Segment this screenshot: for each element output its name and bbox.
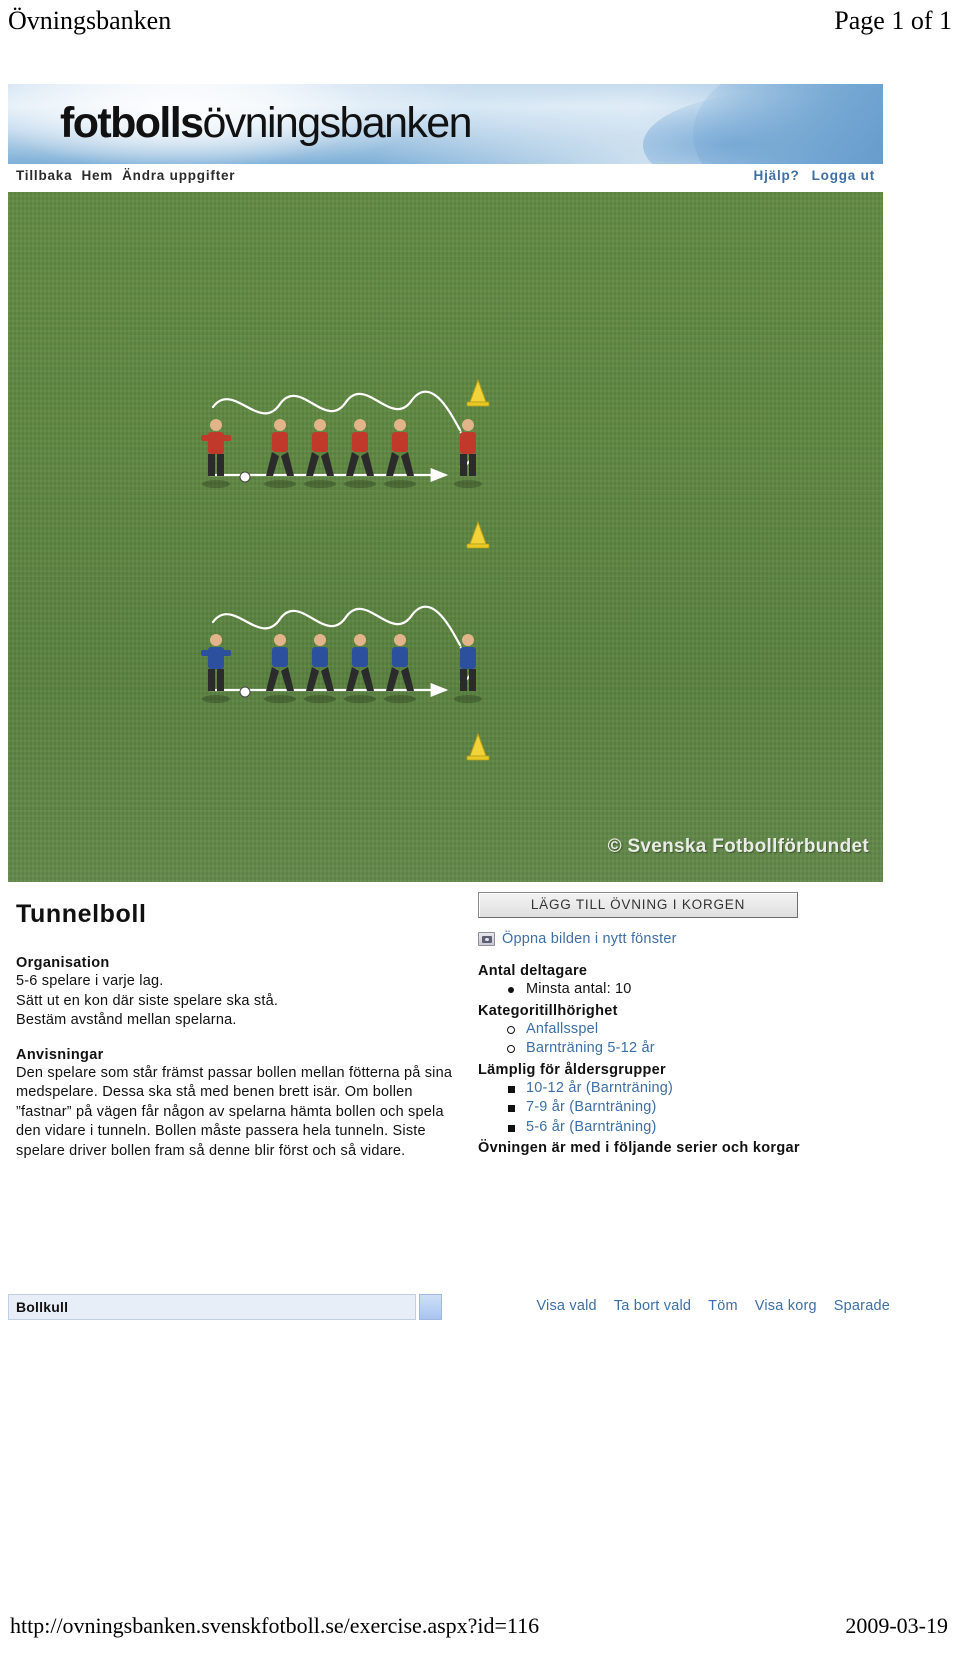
nav-link-hem[interactable]: Hem xyxy=(81,168,113,183)
player-blue-6 xyxy=(454,634,482,703)
open-image-link[interactable]: Öppna bilden i nytt fönster xyxy=(502,931,677,947)
basket-bar: Bollkull Visa vald Ta bort vald Töm Visa ko… xyxy=(8,1290,890,1324)
swoosh-decoration xyxy=(693,84,883,164)
open-image-row: Öppna bilden i nytt fönster xyxy=(478,931,898,947)
player-blue-4 xyxy=(344,634,376,703)
logo-light-word: övningsbanken xyxy=(202,99,472,147)
category-item[interactable]: Anfallsspel xyxy=(506,1020,898,1040)
player-blue-1 xyxy=(201,634,231,703)
basket-action-tom[interactable]: Töm xyxy=(708,1298,738,1314)
nav-link-hjalp[interactable]: Hjälp? xyxy=(754,168,800,183)
nav-link-logga-ut[interactable]: Logga ut xyxy=(812,168,875,183)
exercise-content: Tunnelboll Organisation 5-6 spelare i va… xyxy=(8,882,898,1159)
organisation-heading: Organisation xyxy=(16,955,110,971)
print-header: Övningsbanken Page 1 of 1 xyxy=(0,6,960,40)
cone-2 xyxy=(466,520,490,549)
player-red-6 xyxy=(454,419,482,488)
basket-action-sparade[interactable]: Sparade xyxy=(834,1298,890,1314)
agegroup-item[interactable]: 7-9 år (Barnträning) xyxy=(506,1098,898,1118)
copyright-watermark: © Svenska Fotbollförbundet xyxy=(607,836,869,857)
exercise-diagram-image[interactable]: © Svenska Fotbollförbundet xyxy=(8,192,883,882)
player-red-3 xyxy=(304,419,336,488)
organisation-body: 5-6 spelare i varje lag. Sätt ut en kon … xyxy=(16,972,456,1031)
page-body: fotbollsövningsbanken Tillbaka Hem Ändra u… xyxy=(0,84,960,1320)
instructions-body: Den spelare som står främst passar bolle… xyxy=(16,1064,453,1159)
print-footer-date: 2009-03-19 xyxy=(845,1613,948,1638)
organisation-line-1: 5-6 spelare i varje lag. xyxy=(16,973,164,989)
agegroup-item[interactable]: 5-6 år (Barnträning) xyxy=(506,1118,898,1138)
nav-links-right: Hjälp? Logga ut xyxy=(742,168,875,183)
basket-action-visa-korg[interactable]: Visa korg xyxy=(755,1298,817,1314)
category-heading: Kategoritillhörighet xyxy=(478,1002,618,1019)
player-red-4 xyxy=(344,419,376,488)
nav-link-andra-uppgifter[interactable]: Ändra uppgifter xyxy=(122,168,235,183)
nav-link-tillbaka[interactable]: Tillbaka xyxy=(16,168,72,183)
site-logo-text: fotbollsövningsbanken xyxy=(60,99,473,147)
instructions-heading: Anvisningar xyxy=(16,1046,104,1063)
participants-item: Minsta antal: 10 xyxy=(506,980,898,1000)
basket-color-swatch[interactable] xyxy=(419,1294,442,1320)
image-window-icon xyxy=(478,932,495,946)
agegroup-list: 10-12 år (Barnträning) 7-9 år (Barnträni… xyxy=(478,1079,898,1138)
player-red-2 xyxy=(264,419,296,488)
participants-heading: Antal deltagare xyxy=(478,963,588,979)
player-blue-3 xyxy=(304,634,336,703)
nav-links-left: Tillbaka Hem Ändra uppgifter xyxy=(16,168,244,183)
participants-list: Minsta antal: 10 xyxy=(478,980,898,1000)
basket-action-ta-bort-vald[interactable]: Ta bort vald xyxy=(614,1298,691,1314)
series-heading: Övningen är med i följande serier och ko… xyxy=(478,1140,800,1156)
site-logo-banner: fotbollsövningsbanken xyxy=(8,84,883,164)
basket-action-links: Visa vald Ta bort vald Töm Visa korg Sparade xyxy=(519,1298,890,1314)
print-header-page: Page 1 of 1 xyxy=(834,6,952,35)
print-footer: http://ovningsbanken.svenskfotboll.se/ex… xyxy=(0,1613,960,1643)
category-list: Anfallsspel Barnträning 5-12 år xyxy=(478,1020,898,1059)
player-red-5 xyxy=(384,419,416,488)
agegroup-heading: Lämplig för åldersgrupper xyxy=(478,1061,666,1078)
ball-top xyxy=(239,471,251,483)
organisation-line-3: Bestäm avstånd mellan spelarna. xyxy=(16,1012,237,1028)
dribble-path-top xyxy=(211,390,462,432)
player-red-1 xyxy=(201,419,231,488)
basket-name-field[interactable]: Bollkull xyxy=(8,1294,416,1320)
print-footer-url: http://ovningsbanken.svenskfotboll.se/ex… xyxy=(10,1613,540,1638)
exercise-text-column: Tunnelboll Organisation 5-6 spelare i va… xyxy=(16,900,456,1161)
player-blue-2 xyxy=(264,634,296,703)
basket-action-visa-vald[interactable]: Visa vald xyxy=(536,1298,596,1314)
add-to-basket-button[interactable]: LÄGG TILL ÖVNING I KORGEN xyxy=(478,892,798,918)
logo-bold-word: fotbolls xyxy=(60,99,204,147)
main-navigation: Tillbaka Hem Ändra uppgifter Hjälp? Logga u… xyxy=(8,164,883,192)
category-item[interactable]: Barnträning 5-12 år xyxy=(506,1039,898,1059)
agegroup-item[interactable]: 10-12 år (Barnträning) xyxy=(506,1079,898,1099)
player-blue-5 xyxy=(384,634,416,703)
dribble-path-bottom xyxy=(211,605,462,647)
field-diagram-svg xyxy=(201,378,490,761)
organisation-line-2: Sätt ut en kon där siste spelare ska stå… xyxy=(16,992,279,1009)
cone-1 xyxy=(466,378,490,407)
cone-3 xyxy=(466,732,490,761)
print-header-title: Övningsbanken xyxy=(8,6,172,35)
exercise-meta-column: LÄGG TILL ÖVNING I KORGEN Öppna bilden i… xyxy=(478,892,898,1156)
page-title: Tunnelboll xyxy=(16,900,147,928)
ball-bottom xyxy=(239,686,251,698)
